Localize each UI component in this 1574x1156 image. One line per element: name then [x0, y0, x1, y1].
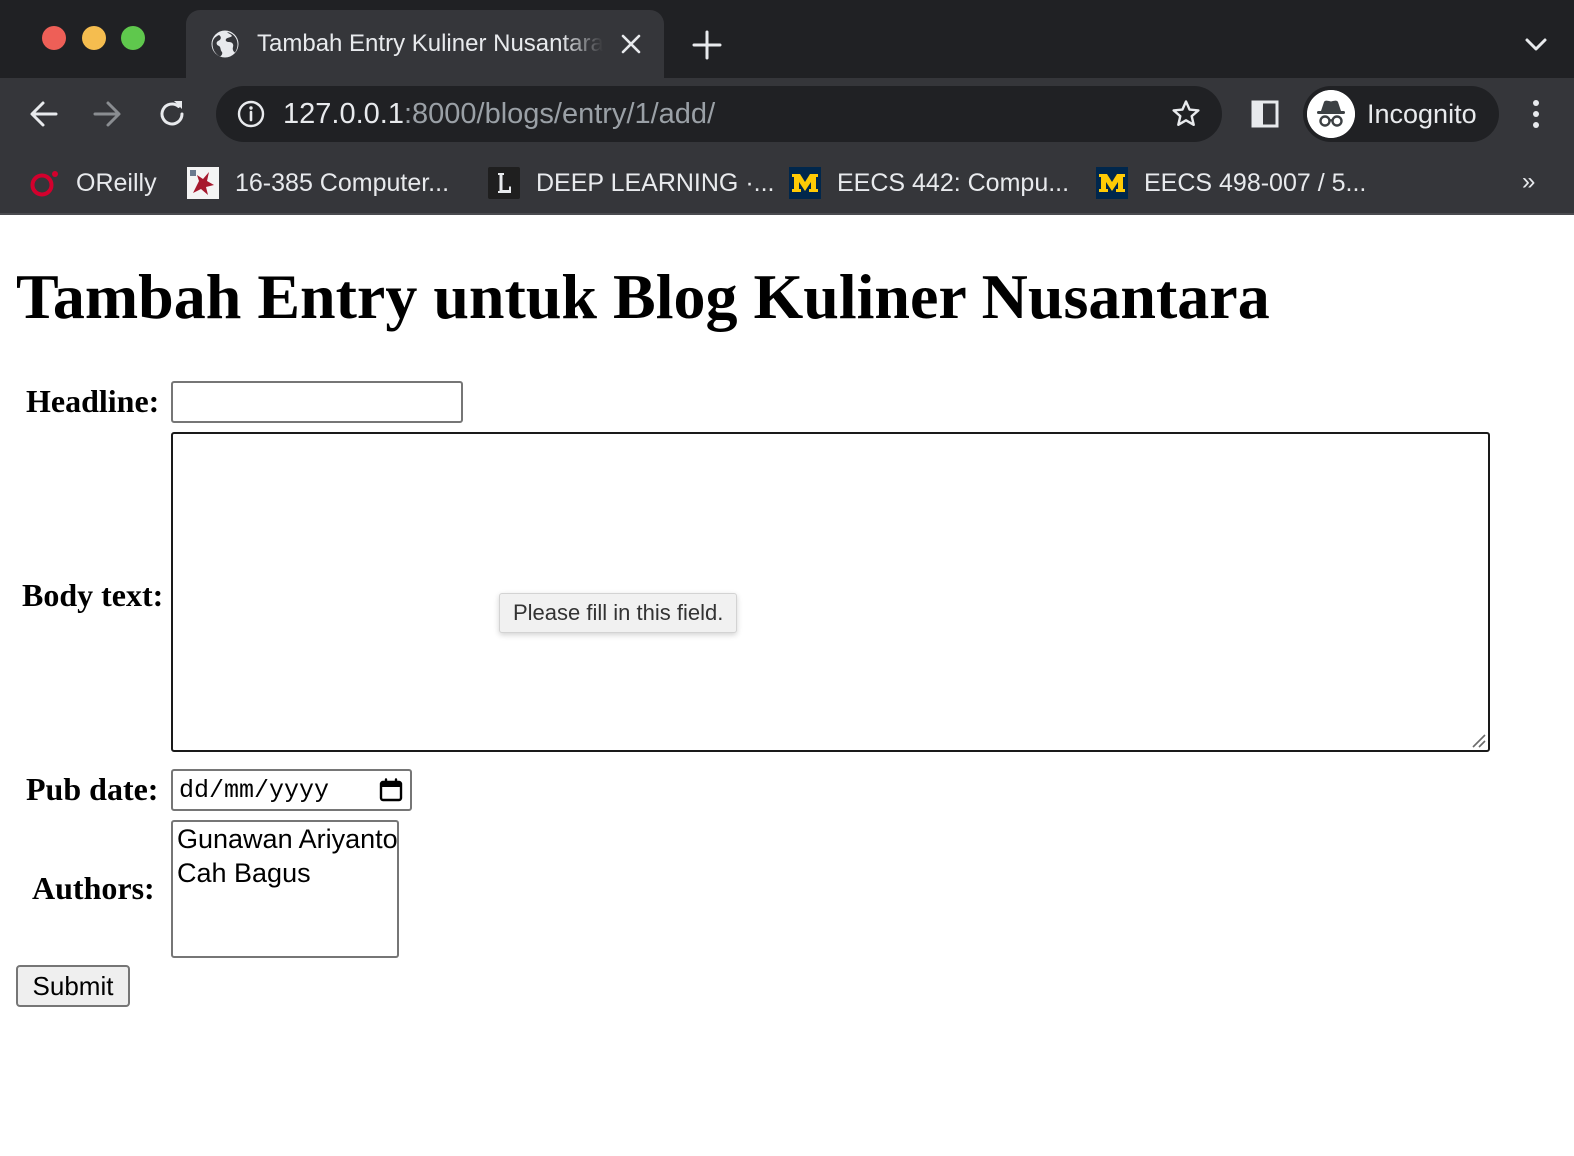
pub-date-input[interactable]: dd/mm/yyyy	[171, 769, 412, 811]
author-option[interactable]: Cah Bagus	[177, 856, 311, 890]
url-host: 127.0.0.1	[283, 98, 404, 130]
tab-strip: Tambah Entry Kuliner Nusantara	[0, 0, 1574, 78]
back-arrow-icon[interactable]	[26, 96, 62, 132]
authors-multiselect[interactable]: Gunawan Ariyanto Cah Bagus	[171, 820, 399, 958]
active-tab[interactable]: Tambah Entry Kuliner Nusantara	[186, 10, 664, 78]
bookmark-16-385[interactable]: 16-385 Computer...	[187, 162, 449, 204]
browser-chrome: Tambah Entry Kuliner Nusantara 127.0.0.1…	[0, 0, 1574, 215]
headline-input[interactable]	[171, 381, 463, 423]
forward-arrow-icon[interactable]	[89, 96, 125, 132]
maximize-window-button[interactable]	[121, 26, 145, 50]
incognito-profile-button[interactable]: Incognito	[1303, 86, 1499, 142]
pub-date-label: Pub date:	[26, 771, 159, 807]
cmu-icon	[187, 167, 219, 199]
new-tab-plus-icon[interactable]	[690, 28, 724, 62]
michigan-m-icon	[1096, 167, 1128, 199]
bookmark-label: 16-385 Computer...	[235, 168, 450, 197]
l-logo-icon	[488, 167, 520, 199]
minimize-window-button[interactable]	[82, 26, 106, 50]
bookmark-oreilly[interactable]: OReilly	[28, 162, 157, 204]
authors-label: Authors:	[32, 870, 155, 906]
michigan-m-icon	[789, 167, 821, 199]
bookmark-label: EECS 442: Compu...	[837, 168, 1070, 197]
resize-handle-icon[interactable]	[1468, 730, 1486, 748]
address-bar[interactable]: 127.0.0.1:8000/blogs/entry/1/add/	[216, 86, 1222, 142]
kebab-menu-icon[interactable]	[1522, 96, 1550, 132]
bookmark-label: OReilly	[76, 168, 157, 197]
submit-button[interactable]: Submit	[16, 965, 130, 1007]
validation-tooltip: Please fill in this field.	[499, 593, 738, 633]
bookmark-eecs-442[interactable]: EECS 442: Compu...	[789, 162, 1069, 204]
bookmark-eecs-498[interactable]: EECS 498-007 / 5...	[1096, 162, 1366, 204]
bookmarks-bar: OReilly 16-385 Computer... DEEP LEARNING…	[0, 152, 1574, 214]
pub-date-placeholder: dd/mm/yyyy	[179, 776, 330, 805]
incognito-icon	[1307, 90, 1355, 138]
calendar-icon[interactable]	[379, 778, 403, 802]
bookmark-label: EECS 498-007 / 5...	[1144, 168, 1367, 197]
reload-icon[interactable]	[154, 96, 190, 132]
url-path: :8000/blogs/entry/1/add/	[403, 98, 716, 130]
bookmarks-overflow-button[interactable]: »	[1522, 168, 1535, 196]
url-text: 127.0.0.1:8000/blogs/entry/1/add/	[283, 96, 715, 132]
bookmark-deep-learning[interactable]: DEEP LEARNING ·...	[488, 162, 775, 204]
tab-search-chevron-icon[interactable]	[1520, 30, 1552, 60]
oreilly-icon	[30, 171, 58, 197]
body-text-textarea[interactable]	[171, 432, 1490, 752]
page-title: Tambah Entry untuk Blog Kuliner Nusantar…	[16, 261, 1270, 332]
site-info-icon[interactable]	[236, 99, 266, 129]
bookmark-label: DEEP LEARNING ·...	[536, 168, 775, 197]
author-option[interactable]: Gunawan Ariyanto	[177, 822, 397, 856]
tab-title: Tambah Entry Kuliner Nusantara	[257, 30, 603, 57]
incognito-label: Incognito	[1367, 99, 1477, 129]
close-tab-icon[interactable]	[618, 31, 644, 57]
body-text-label: Body text:	[22, 577, 164, 613]
bookmark-star-icon[interactable]	[1170, 98, 1202, 130]
globe-icon	[211, 30, 239, 58]
close-window-button[interactable]	[42, 26, 66, 50]
headline-label: Headline:	[26, 383, 160, 419]
page-content: Tambah Entry untuk Blog Kuliner Nusantar…	[0, 215, 1574, 1156]
side-panel-icon[interactable]	[1249, 98, 1281, 130]
